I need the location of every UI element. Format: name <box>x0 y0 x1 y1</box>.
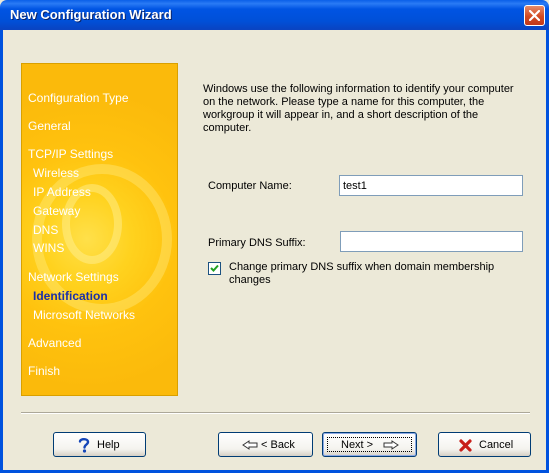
computer-name-label: Computer Name: <box>208 180 292 192</box>
computer-name-input[interactable] <box>339 175 523 196</box>
sidebar-item-finish: Finish <box>28 364 61 378</box>
arrow-right-icon <box>383 440 399 450</box>
sidebar-item-microsoft-networks: Microsoft Networks <box>33 308 136 322</box>
dns-suffix-input[interactable] <box>340 231 523 252</box>
window-title: New Configuration Wizard <box>10 7 172 22</box>
back-button-label: < Back <box>261 439 295 451</box>
sidebar-item-configuration-type: Configuration Type <box>28 91 129 105</box>
wizard-step-sidebar: Configuration Type General TCP/IP Settin… <box>21 63 178 396</box>
help-button-label: Help <box>97 439 120 451</box>
change-dns-checkbox[interactable] <box>208 262 221 275</box>
sidebar-item-wins: WINS <box>33 241 65 255</box>
change-dns-checkbox-label[interactable]: Change primary DNS suffix when domain me… <box>229 261 529 287</box>
sidebar-item-network-settings: Network Settings <box>28 270 119 284</box>
sidebar-item-dns: DNS <box>33 223 59 237</box>
sidebar-item-wireless: Wireless <box>33 166 80 180</box>
checkmark-icon <box>210 264 219 272</box>
help-button[interactable]: Help <box>53 432 146 457</box>
close-button[interactable] <box>524 5 545 26</box>
help-icon <box>78 438 90 453</box>
cancel-button[interactable]: Cancel <box>438 432 531 457</box>
sidebar-item-ip-address: IP Address <box>33 185 91 199</box>
button-separator-highlight <box>21 413 530 414</box>
sidebar-item-advanced: Advanced <box>28 336 82 350</box>
arrow-left-icon <box>242 440 258 450</box>
next-button[interactable]: Next > <box>322 432 417 457</box>
sidebar-item-identification: Identification <box>33 289 108 303</box>
title-bar[interactable]: New Configuration Wizard <box>0 0 549 30</box>
cancel-button-label: Cancel <box>479 439 514 451</box>
cancel-x-icon <box>459 439 472 452</box>
step-description: Windows use the following information to… <box>203 83 514 134</box>
next-button-label: Next > <box>341 439 374 451</box>
close-icon <box>529 10 540 21</box>
sidebar-item-gateway: Gateway <box>33 204 81 218</box>
sidebar-item-tcpip-settings: TCP/IP Settings <box>28 147 114 161</box>
back-button[interactable]: < Back <box>218 432 313 457</box>
sidebar-item-general: General <box>28 119 71 133</box>
dns-suffix-label: Primary DNS Suffix: <box>208 237 306 249</box>
window-frame-left <box>0 30 3 473</box>
